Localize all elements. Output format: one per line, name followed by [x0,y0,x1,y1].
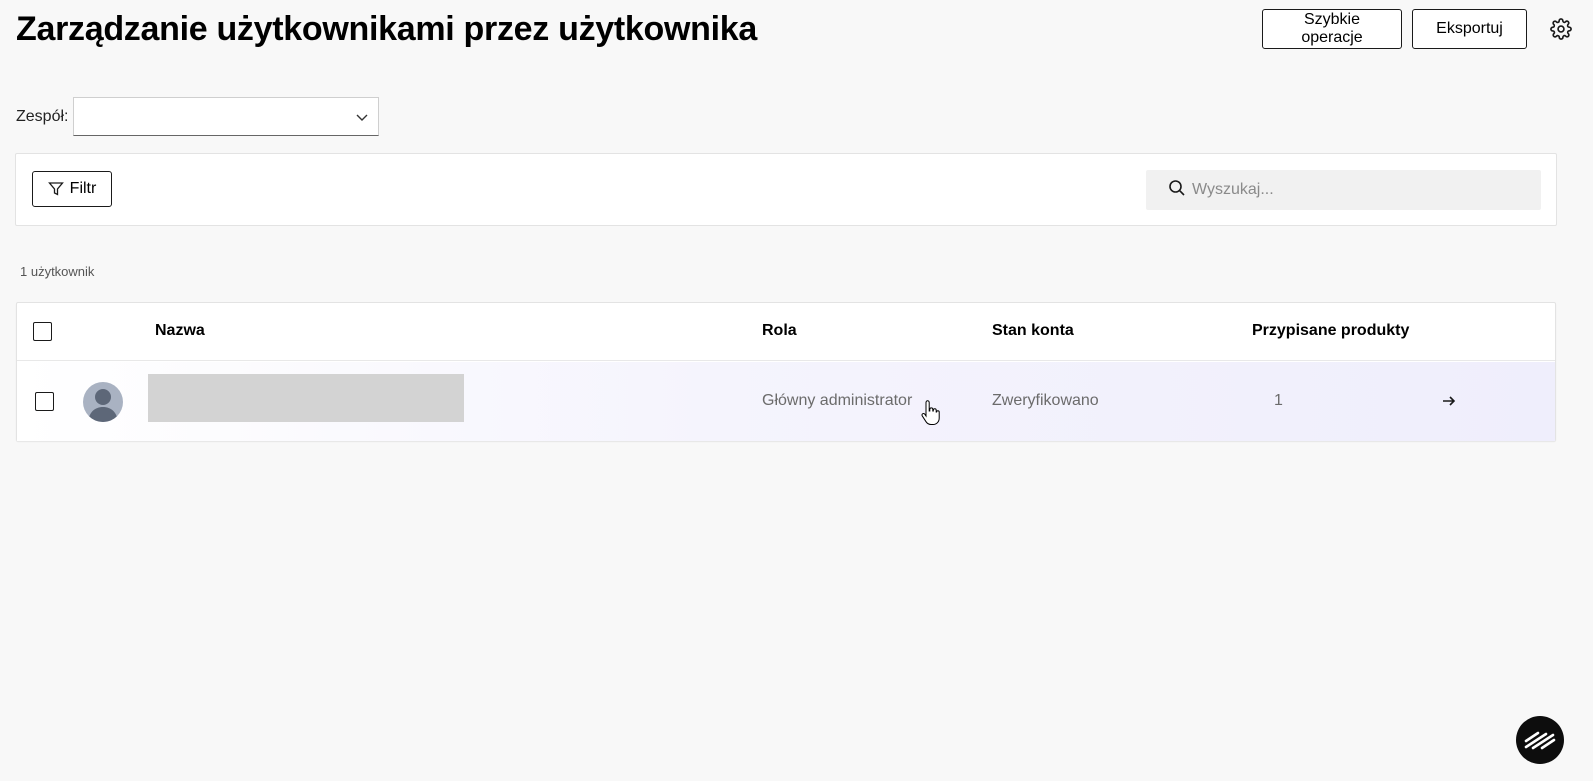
column-header-role[interactable]: Rola [762,322,797,340]
column-header-status[interactable]: Stan konta [992,322,1074,340]
header-actions: Szybkie operacje Eksportuj [1262,9,1573,49]
gear-icon[interactable] [1549,17,1573,41]
hand-cursor-icon [920,400,940,431]
row-checkbox[interactable] [35,392,54,411]
user-assigned-products: 1 [1274,392,1283,409]
filter-toolbar: Filtr [15,153,1557,226]
user-name-redacted [148,374,464,422]
page-title: Zarządzanie użytkownikami przez użytkown… [16,10,757,48]
arrow-right-icon[interactable] [1441,393,1457,414]
stripes-logo-icon [1524,731,1556,750]
export-button[interactable]: Eksportuj [1412,9,1527,49]
chevron-down-icon [355,110,369,129]
select-all-checkbox[interactable] [33,322,52,341]
user-role: Główny administrator [762,392,913,409]
filter-label: Filtr [69,180,97,197]
user-count: 1 użytkownik [20,264,95,279]
column-header-name[interactable]: Nazwa [155,322,205,340]
search-input[interactable] [1192,181,1532,199]
avatar [83,382,123,422]
users-table: Nazwa Rola Stan konta Przypisane produkt… [16,302,1556,441]
table-row[interactable]: Główny administrator Zweryfikowano 1 [17,362,1555,441]
team-select[interactable] [73,97,380,136]
user-account-status: Zweryfikowano [992,392,1099,409]
search-icon [1168,179,1186,202]
assistant-fab[interactable] [1516,716,1564,764]
filter-button[interactable]: Filtr [32,171,112,207]
team-label: Zespół: [16,107,69,125]
filter-icon [47,182,64,196]
column-header-products[interactable]: Przypisane produkty [1252,322,1409,340]
quick-operations-button[interactable]: Szybkie operacje [1262,9,1402,49]
table-header: Nazwa Rola Stan konta Przypisane produkt… [17,303,1555,361]
team-filter: Zespół: [16,97,380,136]
search-box[interactable] [1146,170,1541,210]
